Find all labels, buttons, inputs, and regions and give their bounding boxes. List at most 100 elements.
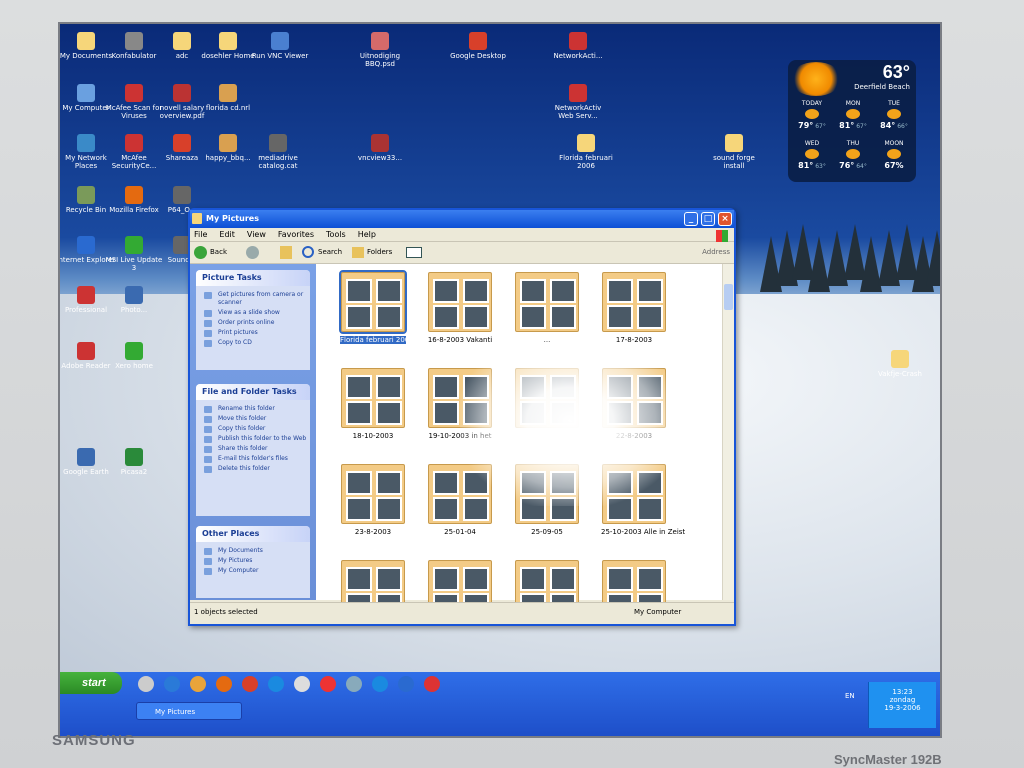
desktop-icon[interactable]: Uitnodiging BBQ.psd xyxy=(350,32,410,68)
task-link[interactable]: My Pictures xyxy=(196,556,310,566)
task-icon xyxy=(204,446,212,453)
file-folder-tasks-header[interactable]: File and Folder Tasks xyxy=(196,384,310,400)
desktop-icon[interactable]: NetworkActi... xyxy=(548,32,608,60)
desktop-icon[interactable]: Xero home xyxy=(104,342,164,370)
quick-launch-icon[interactable] xyxy=(424,676,440,692)
quick-launch-icon[interactable] xyxy=(138,676,154,692)
app-icon xyxy=(725,134,743,152)
folder-item[interactable]: 19-10-2003 in het xyxy=(427,368,493,440)
folder-item[interactable]: Florida februari 2006 xyxy=(339,270,414,344)
folder-item[interactable]: ... xyxy=(514,272,580,344)
menu-item[interactable]: File xyxy=(194,228,207,242)
vertical-scrollbar[interactable] xyxy=(722,264,734,600)
quick-launch-icon[interactable] xyxy=(294,676,310,692)
minimize-button[interactable]: _ xyxy=(684,212,698,226)
desktop-icon[interactable]: florida cd.nrl xyxy=(198,84,258,112)
photo-thumb xyxy=(463,471,489,495)
desktop-icon[interactable]: dosehler Home xyxy=(198,32,258,60)
task-link[interactable]: Get pictures from camera or scanner xyxy=(196,290,310,308)
folder-item[interactable]: 22-8-2003 xyxy=(601,368,667,440)
desktop-icon[interactable]: Picasa2 xyxy=(104,448,164,476)
task-link[interactable]: My Computer xyxy=(196,566,310,576)
menu-item[interactable]: Favorites xyxy=(278,228,314,242)
folder-view: Florida februari 2006 16-8-2003 Vakanti..… xyxy=(316,264,722,620)
up-folder-icon[interactable] xyxy=(280,246,292,259)
app-icon xyxy=(77,236,95,254)
quick-launch-icon[interactable] xyxy=(268,676,284,692)
menu-item[interactable]: Tools xyxy=(326,228,346,242)
task-link[interactable]: Publish this folder to the Web xyxy=(196,434,310,444)
desktop-icon[interactable]: Google Desktop xyxy=(448,32,508,60)
menu-item[interactable]: Help xyxy=(358,228,376,242)
task-link[interactable]: Rename this folder xyxy=(196,404,310,414)
folder-item[interactable]: 23-8-2003 xyxy=(340,464,406,536)
task-link[interactable]: View as a slide show xyxy=(196,308,310,318)
quick-launch-icon[interactable] xyxy=(216,676,232,692)
photo-thumb xyxy=(520,375,546,399)
quick-launch-icon[interactable] xyxy=(346,676,362,692)
task-link[interactable]: Print pictures xyxy=(196,328,310,338)
folder-item[interactable]: 25-10-2003 Alle in Zeist xyxy=(601,464,685,536)
folder-item[interactable]: 25-09-05 xyxy=(514,464,580,536)
folder-label: 25-01-04 xyxy=(444,528,476,536)
photo-thumb xyxy=(550,401,576,425)
folder-item[interactable]: 17-8-2003 xyxy=(601,272,667,344)
folders-icon[interactable] xyxy=(352,247,364,258)
quick-launch-icon[interactable] xyxy=(372,676,388,692)
weather-day: TODAY 79° 67° xyxy=(798,100,826,130)
folders-button[interactable]: Folders xyxy=(367,248,392,256)
status-bar: 1 objects selected My Computer xyxy=(190,602,734,622)
task-link[interactable]: E-mail this folder's files xyxy=(196,454,310,464)
my-pictures-window[interactable]: My Pictures _ □ × File Edit View Favorites T… xyxy=(188,208,736,626)
quick-launch-icon[interactable] xyxy=(164,676,180,692)
desktop-icon[interactable]: Vakfje-Crash xyxy=(870,350,930,378)
folder-item[interactable]: 18-10-2003 xyxy=(340,368,406,440)
folder-item[interactable]: 16-8-2003 Vakanti xyxy=(427,272,493,344)
quick-launch-icon[interactable] xyxy=(242,676,258,692)
search-icon[interactable] xyxy=(302,246,314,258)
menu-item[interactable]: View xyxy=(247,228,266,242)
photo-thumb xyxy=(463,497,489,521)
task-link[interactable]: Copy this folder xyxy=(196,424,310,434)
window-titlebar[interactable]: My Pictures _ □ × xyxy=(190,210,734,228)
desktop-icon[interactable]: vncview33... xyxy=(350,134,410,162)
back-arrow-icon[interactable] xyxy=(194,246,207,259)
quick-launch-icon[interactable] xyxy=(398,676,414,692)
taskbar-button-my-pictures[interactable]: My Pictures xyxy=(136,702,242,720)
folder-item[interactable]: 25-01-04 xyxy=(427,464,493,536)
task-link[interactable]: Share this folder xyxy=(196,444,310,454)
desktop-icon[interactable]: Florida februari 2006 xyxy=(556,134,616,170)
desktop-icon[interactable]: sound forge install xyxy=(704,134,764,170)
scroll-thumb[interactable] xyxy=(724,284,733,310)
search-button[interactable]: Search xyxy=(318,248,342,256)
views-icon[interactable] xyxy=(406,247,422,258)
desktop-icon[interactable]: mediadrive catalog.cat xyxy=(248,134,308,170)
task-link[interactable]: Copy to CD xyxy=(196,338,310,348)
task-link[interactable]: My Documents xyxy=(196,546,310,556)
folder-thumbnail xyxy=(341,368,405,428)
clock-time[interactable]: 13:23 xyxy=(869,688,936,696)
app-icon xyxy=(569,84,587,102)
desktop-icon[interactable]: Photo... xyxy=(104,286,164,314)
menu-item[interactable]: Edit xyxy=(219,228,235,242)
back-button[interactable]: Back xyxy=(210,248,227,256)
other-places-header[interactable]: Other Places xyxy=(196,526,310,542)
start-button[interactable]: start xyxy=(60,672,122,694)
quick-launch-icon[interactable] xyxy=(190,676,206,692)
desktop-icon[interactable]: Run VNC Viewer xyxy=(250,32,310,60)
folder-label: 22-8-2003 xyxy=(615,432,653,440)
weather-widget[interactable]: 63° Deerfield Beach TODAY 79° 67° MON 81° 6… xyxy=(788,60,916,182)
forward-arrow-icon[interactable] xyxy=(246,246,259,259)
task-link[interactable]: Order prints online xyxy=(196,318,310,328)
picture-tasks-header[interactable]: Picture Tasks xyxy=(196,270,310,286)
folder-item[interactable] xyxy=(514,368,580,432)
weather-icon xyxy=(846,149,860,159)
close-button[interactable]: × xyxy=(718,212,732,226)
task-link[interactable]: Delete this folder xyxy=(196,464,310,474)
task-link[interactable]: Move this folder xyxy=(196,414,310,424)
app-icon xyxy=(271,32,289,50)
quick-launch-icon[interactable] xyxy=(320,676,336,692)
desktop-icon[interactable]: NetworkActiv Web Serv... xyxy=(548,84,608,120)
maximize-button[interactable]: □ xyxy=(701,212,715,226)
language-indicator[interactable]: EN xyxy=(845,692,855,700)
